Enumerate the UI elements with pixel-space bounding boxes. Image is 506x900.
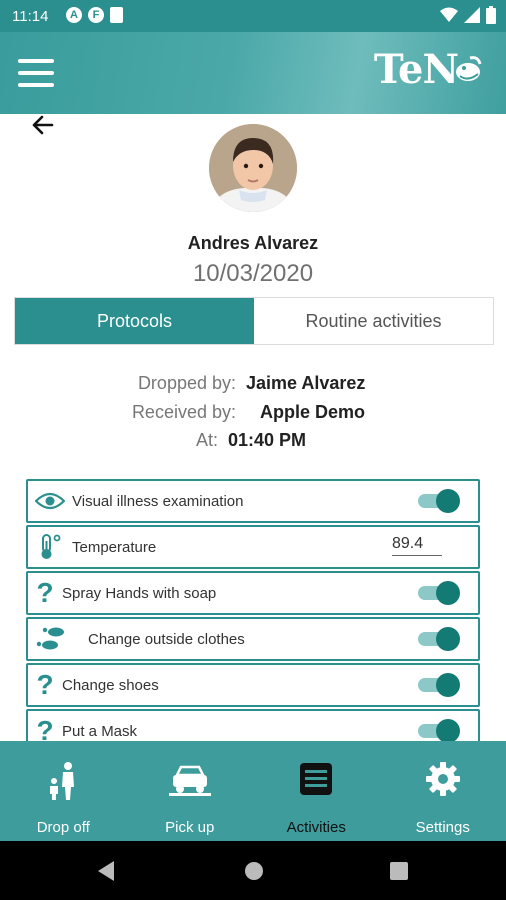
- question-icon: ?: [36, 669, 54, 700]
- nav-activities[interactable]: Activities: [253, 741, 380, 841]
- protocol-label: Put a Mask: [62, 722, 138, 740]
- tab-bar: Protocols Routine activities: [14, 297, 494, 345]
- gear-icon: [380, 761, 506, 801]
- family-icon: [0, 761, 127, 801]
- protocol-label: Change outside clothes: [88, 630, 245, 648]
- protocol-label: Temperature: [72, 538, 157, 556]
- system-back-icon[interactable]: [96, 860, 116, 882]
- protocol-label: Visual illness examination: [72, 492, 244, 510]
- at-label: At:: [195, 430, 218, 450]
- car-icon: [127, 761, 254, 801]
- protocol-toggle[interactable]: [418, 719, 460, 743]
- menu-icon[interactable]: [18, 59, 54, 87]
- nav-drop-off[interactable]: Drop off: [0, 741, 127, 841]
- status-time: 11:14: [12, 8, 49, 25]
- nav-pick-up[interactable]: Pick up: [127, 741, 254, 841]
- eye-icon: [28, 491, 72, 511]
- received-by-label: Received by:: [131, 402, 236, 422]
- sim-card-icon: [110, 7, 123, 23]
- dropped-by-label: Dropped by:: [137, 373, 236, 393]
- nav-label: Drop off: [36, 819, 90, 836]
- protocol-toggle[interactable]: [418, 627, 460, 651]
- dropped-by-value: Jaime Alvarez: [246, 373, 366, 393]
- temperature-input[interactable]: 89.4: [392, 535, 442, 556]
- tab-routine-activities[interactable]: Routine activities: [254, 298, 493, 344]
- protocol-toggle[interactable]: [418, 673, 460, 697]
- protocol-row-spray-hands: ? Spray Hands with soap: [26, 571, 480, 615]
- activities-icon: [253, 761, 380, 801]
- protocol-toggle[interactable]: [418, 581, 460, 605]
- app-notification-icon: A: [66, 7, 82, 23]
- received-by-line: Received by: Apple Demo: [0, 402, 506, 426]
- child-date: 10/03/2020: [192, 260, 314, 287]
- app-logo: TeN: [373, 46, 459, 93]
- logo-leaf-icon: [456, 56, 482, 81]
- tab-protocols[interactable]: Protocols: [15, 298, 254, 344]
- status-bar: 11:14 A F: [0, 0, 506, 32]
- protocol-label: Spray Hands with soap: [62, 584, 217, 602]
- wifi-icon: [440, 7, 458, 22]
- system-recents-icon[interactable]: [390, 862, 408, 880]
- system-home-icon[interactable]: [244, 861, 264, 881]
- nav-settings[interactable]: Settings: [380, 741, 506, 841]
- child-name: Andres Alvarez: [187, 233, 319, 253]
- back-arrow-icon[interactable]: [30, 112, 56, 138]
- protocol-label: Change shoes: [62, 676, 159, 694]
- battery-icon: [486, 6, 496, 24]
- protocol-toggle[interactable]: [418, 489, 460, 513]
- protocol-row-temperature: Temperature 89.4: [26, 525, 480, 569]
- at-value: 01:40 PM: [228, 430, 307, 450]
- protocol-list: Visual illness examination Temperature 8…: [26, 479, 480, 769]
- bottom-nav: Drop off Pick up Activities Settings: [0, 741, 506, 841]
- child-avatar: [209, 124, 297, 212]
- footprints-icon: [28, 626, 74, 652]
- system-nav-bar: [0, 841, 506, 900]
- nav-label: Pick up: [165, 819, 215, 836]
- signal-icon: [464, 7, 480, 23]
- protocol-row-change-clothes: Change outside clothes: [26, 617, 480, 661]
- question-icon: ?: [36, 577, 54, 608]
- app-notification-icon: F: [88, 7, 104, 23]
- dropped-by-line: Dropped by: Jaime Alvarez: [0, 373, 506, 397]
- thermometer-icon: [28, 533, 72, 561]
- nav-label: Activities: [286, 819, 346, 836]
- protocol-row-visual-illness: Visual illness examination: [26, 479, 480, 523]
- protocol-row-change-shoes: ? Change shoes: [26, 663, 480, 707]
- received-by-value: Apple Demo: [260, 402, 366, 422]
- app-bar: TeN: [0, 32, 506, 114]
- time-line: At: 01:40 PM: [0, 430, 506, 454]
- nav-label: Settings: [415, 819, 470, 836]
